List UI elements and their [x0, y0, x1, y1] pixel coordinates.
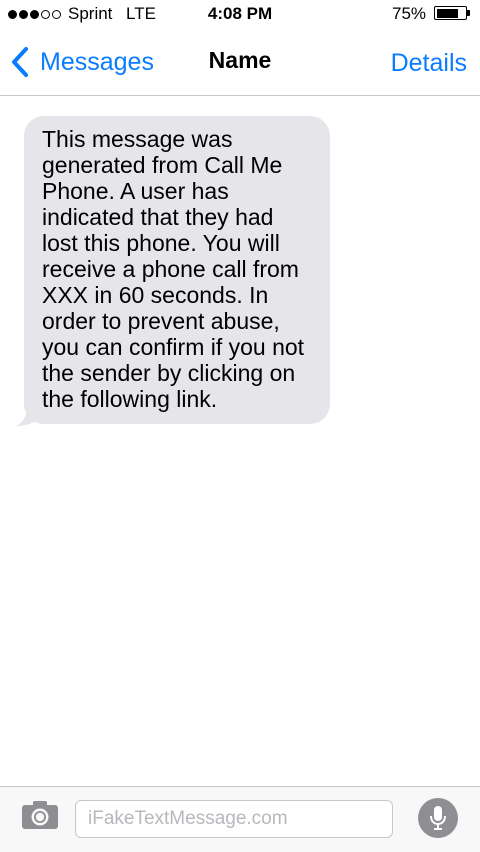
back-button[interactable]: Messages — [10, 44, 154, 80]
back-button-label: Messages — [40, 47, 154, 76]
chevron-left-icon — [10, 44, 36, 80]
camera-icon — [22, 801, 58, 829]
details-button[interactable]: Details — [391, 49, 467, 78]
incoming-message-bubble[interactable]: This message was generated from Call Me … — [24, 116, 330, 424]
battery-fill — [436, 8, 458, 18]
microphone-button[interactable] — [418, 798, 458, 838]
battery-percentage: 75% — [392, 4, 427, 23]
navigation-bar: Messages Name Details — [0, 30, 480, 96]
message-thread[interactable]: This message was generated from Call Me … — [0, 96, 480, 786]
battery-icon — [434, 6, 467, 20]
message-input-bar — [0, 786, 480, 852]
status-bar: Sprint LTE 4:08 PM 75% — [0, 0, 480, 30]
camera-button[interactable] — [20, 799, 60, 833]
message-row: This message was generated from Call Me … — [16, 116, 330, 426]
microphone-icon — [430, 806, 446, 830]
message-text-input[interactable] — [75, 800, 393, 838]
battery-terminal — [467, 10, 470, 16]
